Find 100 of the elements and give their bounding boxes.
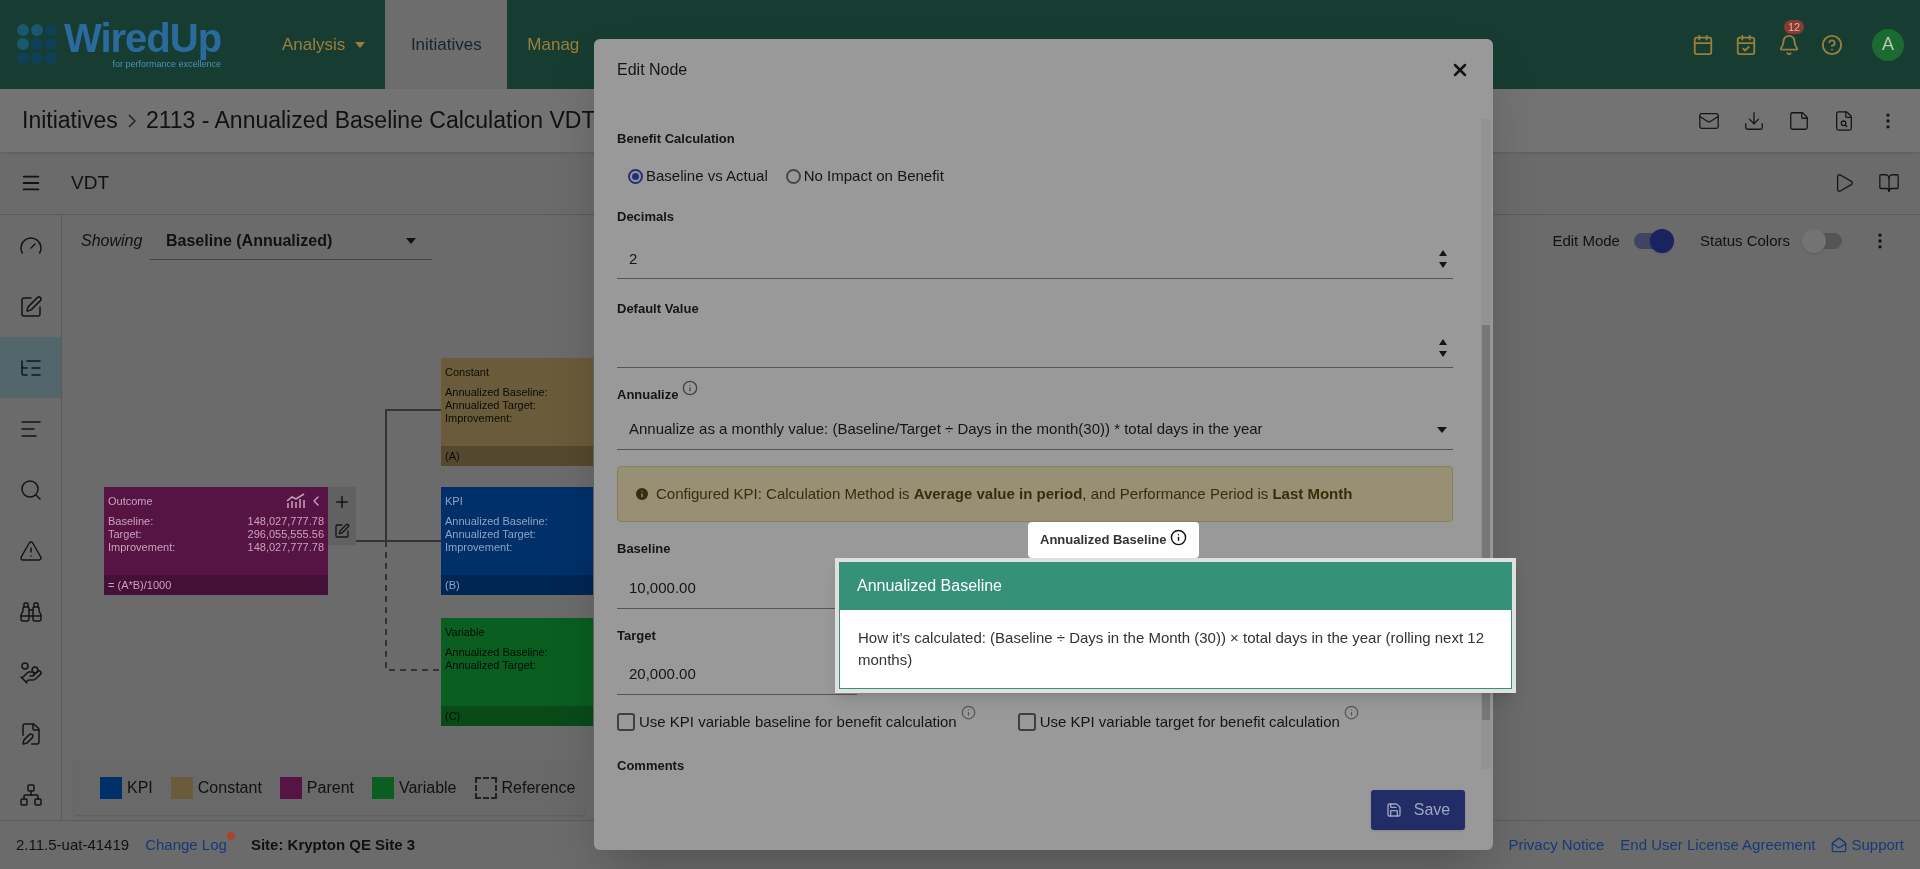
edit-icon [18, 294, 43, 319]
breadcrumb-item[interactable]: Initiatives [22, 103, 118, 138]
hand-coins-icon [18, 660, 43, 685]
info-icon[interactable] [960, 705, 976, 720]
breadcrumb-separator-icon [127, 113, 136, 128]
field-label: Benefit Calculation [617, 130, 735, 145]
popover-text: How it's calculated: (Baseline ÷ Days in the Month (30)) × total days in the year (rolling next 12 months) [858, 628, 1485, 670]
footer-link[interactable]: Privacy Notice [1508, 833, 1605, 857]
notification-count: 12 [1784, 19, 1805, 34]
warning-icon [18, 538, 43, 563]
node-field-label: Annualized Baseline: [445, 386, 548, 399]
legend-label: Constant [197, 777, 262, 798]
edit-icon[interactable] [334, 523, 350, 539]
save-icon [1385, 802, 1402, 818]
checkbox-option[interactable]: Use KPI variable baseline for benefit calculation [617, 711, 957, 734]
checkbox[interactable] [617, 713, 635, 732]
radio-button[interactable] [785, 168, 801, 184]
node-field-label: Improvement: [445, 541, 513, 554]
search-icon [18, 477, 43, 502]
node-formula: (C) [445, 709, 461, 723]
node-field-label: Baseline: [108, 515, 154, 528]
avatar[interactable]: A [1872, 28, 1904, 61]
support-link[interactable]: Support [1831, 833, 1904, 857]
nav-tab[interactable]: Analysis [262, 0, 386, 89]
node-field-label: Annualized Baseline: [445, 646, 548, 659]
support-icon [1831, 837, 1848, 853]
node-field-value: 296,055,555.56 [247, 528, 324, 541]
logo[interactable]: WiredUp for performance excellence [0, 0, 262, 89]
tooltip-anchor[interactable]: Annualized Baseline [1028, 522, 1200, 558]
annualize-select[interactable]: Annualize as a monthly value: (Baseline/Target ÷ Days in the month(30)) * total days in the year [617, 410, 1453, 450]
node-field-value: 148,027,777.78 [247, 541, 324, 554]
anchor-label: Annualized Baseline [1040, 531, 1167, 550]
calendar-check-icon[interactable] [1735, 33, 1757, 56]
legend-label: Reference [501, 777, 576, 798]
popover-title: Annualized Baseline [857, 576, 1002, 596]
caret-icon [1437, 426, 1447, 433]
add-icon[interactable] [333, 493, 351, 511]
breadcrumb-item: 2113 - Annualized Baseline Calculation VDT [145, 106, 596, 136]
checkbox[interactable] [1017, 713, 1036, 732]
field-label: Decimals [617, 208, 675, 226]
notice-text: Configured KPI: Calculation Method is Average value in period, and Performance Period is Last Month [656, 483, 1353, 504]
node-title: Variable [445, 625, 485, 639]
calendar-icon[interactable] [1692, 33, 1714, 56]
change-log-link[interactable]: Change Log [145, 835, 227, 853]
dialog-title: Edit Node [617, 59, 688, 80]
field-label: Default Value [617, 299, 699, 318]
logo-wordmark: WiredUp [64, 17, 222, 58]
node-formula: = (A*B)/1000 [108, 578, 172, 592]
file-search-icon[interactable] [1833, 109, 1855, 132]
node-title: Outcome [108, 494, 153, 508]
logo-dots-icon [16, 22, 60, 67]
field-label: Comments [617, 756, 685, 770]
node-title: Constant [445, 365, 490, 379]
info-icon [634, 486, 650, 502]
checkbox-option[interactable]: Use KPI variable target for benefit calculation [1017, 711, 1340, 734]
nav-tab[interactable]: Initiatives [385, 0, 508, 89]
view-select[interactable]: Baseline (Annualized) [150, 222, 432, 260]
node-formula: (A) [445, 449, 460, 463]
showing-label: Showing [81, 231, 144, 251]
caret-icon [406, 237, 416, 244]
node-card[interactable]: Variable Annualized Baseline: Annualized Target: (C) [441, 618, 593, 726]
toggle-label: Status Colors [1699, 230, 1790, 251]
node-field-label: Improvement: [445, 412, 513, 425]
node-formula: (B) [445, 578, 460, 592]
radio-option[interactable]: No Impact on Benefit [785, 164, 944, 188]
field-label: Baseline [617, 540, 671, 558]
caret-icon [355, 41, 366, 48]
footer-link[interactable]: End User License Agreement [1620, 833, 1816, 857]
legend-label: Parent [306, 777, 354, 798]
node-field-label: Target: [108, 528, 142, 541]
network-icon [18, 782, 43, 807]
node-field-label: Annualized Target: [445, 659, 536, 672]
field-label: Target [617, 626, 656, 645]
node-field-label: Annualized Target: [445, 528, 536, 541]
info-icon[interactable] [682, 380, 699, 396]
field-label: Annualize [617, 385, 679, 404]
version-text: 2.11.5-uat-41419 [16, 834, 130, 855]
note-icon[interactable] [1788, 109, 1810, 132]
node-card[interactable]: Constant Annualized Baseline: Annualized Target: Improvement: (A) [441, 358, 593, 466]
notifications-icon[interactable] [1778, 33, 1800, 56]
help-icon[interactable] [1821, 33, 1843, 56]
info-icon[interactable] [1343, 705, 1359, 720]
binoculars-icon [18, 599, 43, 624]
node-field-label: Annualized Baseline: [445, 515, 548, 528]
book-icon[interactable] [1878, 172, 1900, 194]
chart-icon[interactable] [286, 493, 306, 509]
radio-button[interactable] [628, 168, 643, 184]
site-name: Site: Krypton QE Site 3 [250, 834, 416, 855]
save-button[interactable]: Save [1371, 790, 1465, 830]
node-field-value: 148,027,777.78 [247, 515, 324, 528]
download-icon[interactable] [1743, 109, 1765, 132]
node-card[interactable]: Outcome Baseline: 148,027,777.78 Target: 296,055,555.56 Improvement: 148,027,777.78 = (A*B)/1000 [104, 487, 328, 595]
sidebar-item[interactable] [0, 337, 61, 398]
legend-label: KPI [127, 777, 153, 798]
node-card[interactable]: KPI Annualized Baseline: Annualized Target: Improvement: (B) [441, 487, 593, 595]
radio-option[interactable]: Baseline vs Actual [628, 164, 768, 188]
spinner-icon[interactable] [1438, 337, 1448, 358]
spinner-icon[interactable] [1438, 249, 1448, 269]
number-field[interactable]: 2 [617, 240, 1453, 279]
legend-swatch [474, 776, 497, 799]
